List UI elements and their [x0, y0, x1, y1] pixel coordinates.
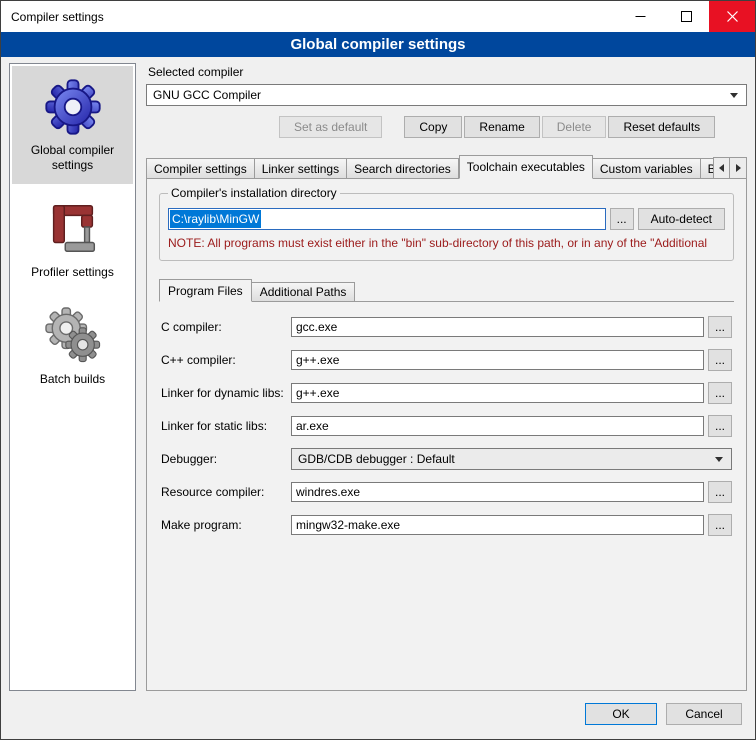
sidebar-item-batch-builds[interactable]: Batch builds — [12, 295, 133, 398]
installation-directory-group-title: Compiler's installation directory — [168, 186, 340, 200]
sidebar-item-profiler-settings[interactable]: Profiler settings — [12, 188, 133, 291]
tab-scroll-right-button[interactable] — [730, 157, 747, 179]
sidebar-item-label: Batch builds — [40, 372, 105, 387]
selected-compiler-value: GNU GCC Compiler — [153, 88, 261, 102]
installation-directory-group: Compiler's installation directory C:\ray… — [159, 193, 734, 261]
sidebar-item-label: Profiler settings — [31, 265, 114, 280]
tab-search-directories[interactable]: Search directories — [347, 158, 459, 179]
c-compiler-input[interactable] — [291, 317, 704, 337]
tab-toolchain-executables[interactable]: Toolchain executables — [459, 155, 593, 179]
debugger-dropdown[interactable]: GDB/CDB debugger : Default — [291, 448, 732, 470]
ok-button[interactable]: OK — [585, 703, 657, 725]
compiler-buttons-row: Set as default Copy Rename Delete Reset … — [146, 116, 747, 138]
selected-compiler-dropdown[interactable]: GNU GCC Compiler — [146, 84, 747, 106]
tab-additional-paths[interactable]: Additional Paths — [252, 282, 356, 302]
cpp-compiler-input[interactable] — [291, 350, 704, 370]
auto-detect-button[interactable]: Auto-detect — [638, 208, 725, 230]
installation-directory-row: C:\raylib\MinGW ... Auto-detect — [168, 208, 725, 230]
chevron-down-icon — [715, 457, 723, 462]
tab-linker-settings[interactable]: Linker settings — [255, 158, 347, 179]
close-button[interactable] — [709, 1, 755, 32]
form-row-linker-static: Linker for static libs: ... — [161, 415, 732, 437]
c-compiler-browse-button[interactable]: ... — [708, 316, 732, 338]
form-row-debugger: Debugger: GDB/CDB debugger : Default — [161, 448, 732, 470]
tab-scroll-left-button[interactable] — [713, 157, 730, 179]
window-title: Compiler settings — [1, 10, 104, 24]
form-row-resource-compiler: Resource compiler: ... — [161, 481, 732, 503]
resource-compiler-browse-button[interactable]: ... — [708, 481, 732, 503]
debugger-label: Debugger: — [161, 452, 291, 466]
minimize-button[interactable] — [617, 1, 663, 32]
arrow-left-icon — [719, 164, 724, 172]
make-program-label: Make program: — [161, 518, 291, 532]
gears-gray-icon — [42, 304, 104, 366]
sidebar-item-label: Global compiler settings — [16, 143, 129, 173]
minimize-icon — [635, 11, 646, 22]
maximize-icon — [681, 11, 692, 22]
toolchain-executables-panel: Compiler's installation directory C:\ray… — [146, 178, 747, 691]
linker-static-label: Linker for static libs: — [161, 419, 291, 433]
window-controls — [617, 1, 755, 32]
form-row-cpp-compiler: C++ compiler: ... — [161, 349, 732, 371]
copy-button[interactable]: Copy — [404, 116, 462, 138]
main-area: Global compiler settings — [1, 57, 755, 699]
installation-directory-browse-button[interactable]: ... — [610, 208, 634, 230]
delete-button: Delete — [542, 116, 607, 138]
settings-tabbar: Compiler settings Linker settings Search… — [146, 154, 747, 178]
cpp-compiler-label: C++ compiler: — [161, 353, 291, 367]
installation-directory-value: C:\raylib\MinGW — [170, 210, 261, 228]
program-files-notebook: Program Files Additional Paths C compile… — [159, 278, 734, 680]
linker-static-input[interactable] — [291, 416, 704, 436]
dialog-footer: OK Cancel — [1, 699, 755, 739]
close-icon — [727, 11, 738, 22]
set-as-default-button: Set as default — [279, 116, 382, 138]
gear-blue-icon — [42, 75, 104, 137]
titlebar[interactable]: Compiler settings — [1, 1, 755, 32]
tab-compiler-settings[interactable]: Compiler settings — [146, 158, 255, 179]
resource-compiler-input[interactable] — [291, 482, 704, 502]
linker-static-browse-button[interactable]: ... — [708, 415, 732, 437]
arrow-right-icon — [736, 164, 741, 172]
make-program-browse-button[interactable]: ... — [708, 514, 732, 536]
program-files-panel: C compiler: ... C++ compiler: ... Linker… — [159, 301, 734, 680]
linker-dynamic-input[interactable] — [291, 383, 704, 403]
settings-category-list: Global compiler settings — [9, 63, 136, 691]
profiler-tool-icon — [42, 197, 104, 259]
page-title: Global compiler settings — [1, 32, 755, 57]
program-files-tabbar: Program Files Additional Paths — [159, 278, 734, 301]
compiler-settings-window: Compiler settings Global compiler settin… — [0, 0, 756, 740]
chevron-down-icon — [730, 93, 738, 98]
cancel-button[interactable]: Cancel — [666, 703, 742, 725]
form-row-linker-dynamic: Linker for dynamic libs: ... — [161, 382, 732, 404]
reset-defaults-button[interactable]: Reset defaults — [608, 116, 715, 138]
linker-dynamic-label: Linker for dynamic libs: — [161, 386, 291, 400]
linker-dynamic-browse-button[interactable]: ... — [708, 382, 732, 404]
content-area: Selected compiler GNU GCC Compiler Set a… — [146, 63, 747, 691]
installation-note-text: NOTE: All programs must exist either in … — [168, 236, 725, 250]
rename-button[interactable]: Rename — [464, 116, 539, 138]
tab-program-files[interactable]: Program Files — [159, 279, 252, 302]
form-row-make-program: Make program: ... — [161, 514, 732, 536]
sidebar-item-global-compiler-settings[interactable]: Global compiler settings — [12, 66, 133, 184]
debugger-value: GDB/CDB debugger : Default — [298, 452, 455, 466]
selected-compiler-label: Selected compiler — [148, 65, 747, 79]
tab-custom-variables[interactable]: Custom variables — [593, 158, 701, 179]
tab-scroll-controls — [713, 157, 747, 179]
c-compiler-label: C compiler: — [161, 320, 291, 334]
form-row-c-compiler: C compiler: ... — [161, 316, 732, 338]
installation-directory-input[interactable]: C:\raylib\MinGW — [168, 208, 606, 230]
maximize-button[interactable] — [663, 1, 709, 32]
cpp-compiler-browse-button[interactable]: ... — [708, 349, 732, 371]
make-program-input[interactable] — [291, 515, 704, 535]
resource-compiler-label: Resource compiler: — [161, 485, 291, 499]
